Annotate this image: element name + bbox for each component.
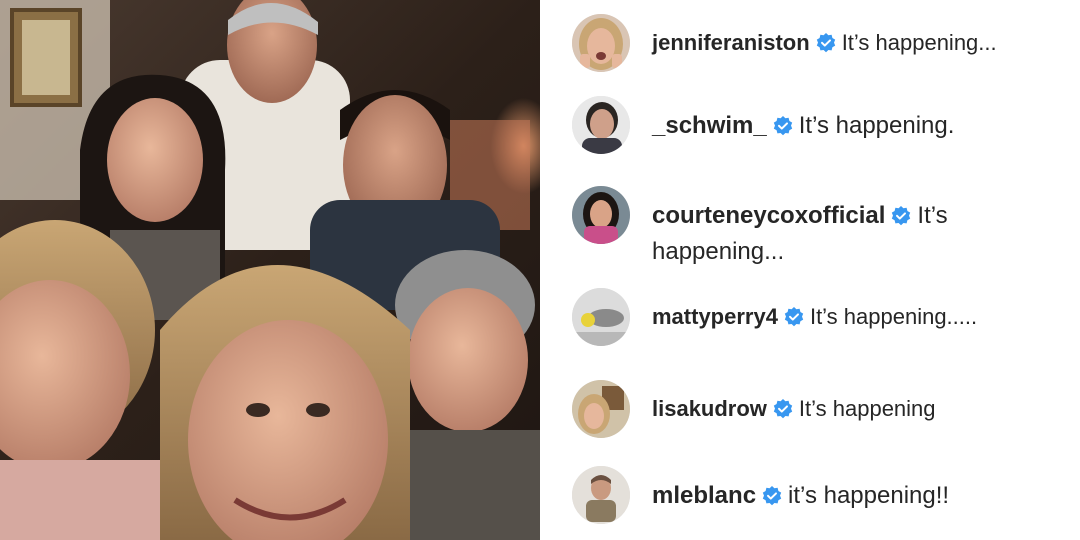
comments-list: jenniferaniston It’s happening... _schwim… — [552, 0, 1080, 540]
comment-message: it’s happening!! — [788, 482, 950, 509]
comment-text: mattyperry4 It’s happening..... — [652, 288, 977, 334]
avatar-lisakudrow-icon[interactable] — [572, 380, 630, 438]
avatar-courteneycoxofficial-icon[interactable] — [572, 186, 630, 244]
screenshot-frame: jenniferaniston It’s happening... _schwim… — [0, 0, 1080, 540]
comment-item: jenniferaniston It’s happening... — [572, 14, 1070, 72]
comment-username[interactable]: lisakudrow — [652, 396, 767, 421]
comment-text: courteneycoxofficial It’s happening... — [652, 186, 1032, 270]
avatar-schwim-icon[interactable] — [572, 96, 630, 154]
comment-username[interactable]: _schwim_ — [652, 112, 767, 139]
comment-message: It’s happening. — [798, 112, 955, 139]
comment-item: lisakudrow It’s happening — [572, 380, 1070, 438]
avatar-mleblanc-icon[interactable] — [572, 466, 630, 524]
verified-badge-icon — [762, 486, 782, 506]
group-selfie-photo — [0, 0, 540, 540]
comment-item: _schwim_ It’s happening. — [572, 96, 1070, 154]
avatar-mattyperry4-icon[interactable] — [572, 288, 630, 346]
comment-username[interactable]: mleblanc — [652, 482, 756, 509]
verified-badge-icon — [773, 116, 792, 136]
comment-message: It’s happening — [798, 396, 936, 421]
comment-username[interactable]: jenniferaniston — [652, 30, 810, 55]
comment-item: courteneycoxofficial It’s happening... — [572, 186, 1070, 270]
comment-text: mleblanc it’s happening!! — [652, 466, 949, 514]
comment-username[interactable]: mattyperry4 — [652, 304, 778, 329]
comment-text: lisakudrow It’s happening — [652, 380, 936, 426]
verified-badge-icon — [773, 399, 793, 419]
comment-text: _schwim_ It’s happening. — [652, 96, 954, 144]
comment-message: It’s happening..... — [809, 304, 978, 329]
avatar-jenniferaniston-icon[interactable] — [572, 14, 630, 72]
verified-badge-icon — [816, 33, 835, 53]
divider — [540, 0, 552, 540]
comment-text: jenniferaniston It’s happening... — [652, 14, 997, 60]
comment-item: mleblanc it’s happening!! — [572, 466, 1070, 524]
verified-badge-icon — [892, 206, 911, 226]
photo-illustration — [0, 0, 540, 540]
verified-badge-icon — [784, 307, 804, 327]
comment-username[interactable]: courteneycoxofficial — [652, 202, 885, 229]
comment-item: mattyperry4 It’s happening..... — [572, 288, 1070, 346]
comment-message: It’s happening... — [841, 30, 997, 55]
